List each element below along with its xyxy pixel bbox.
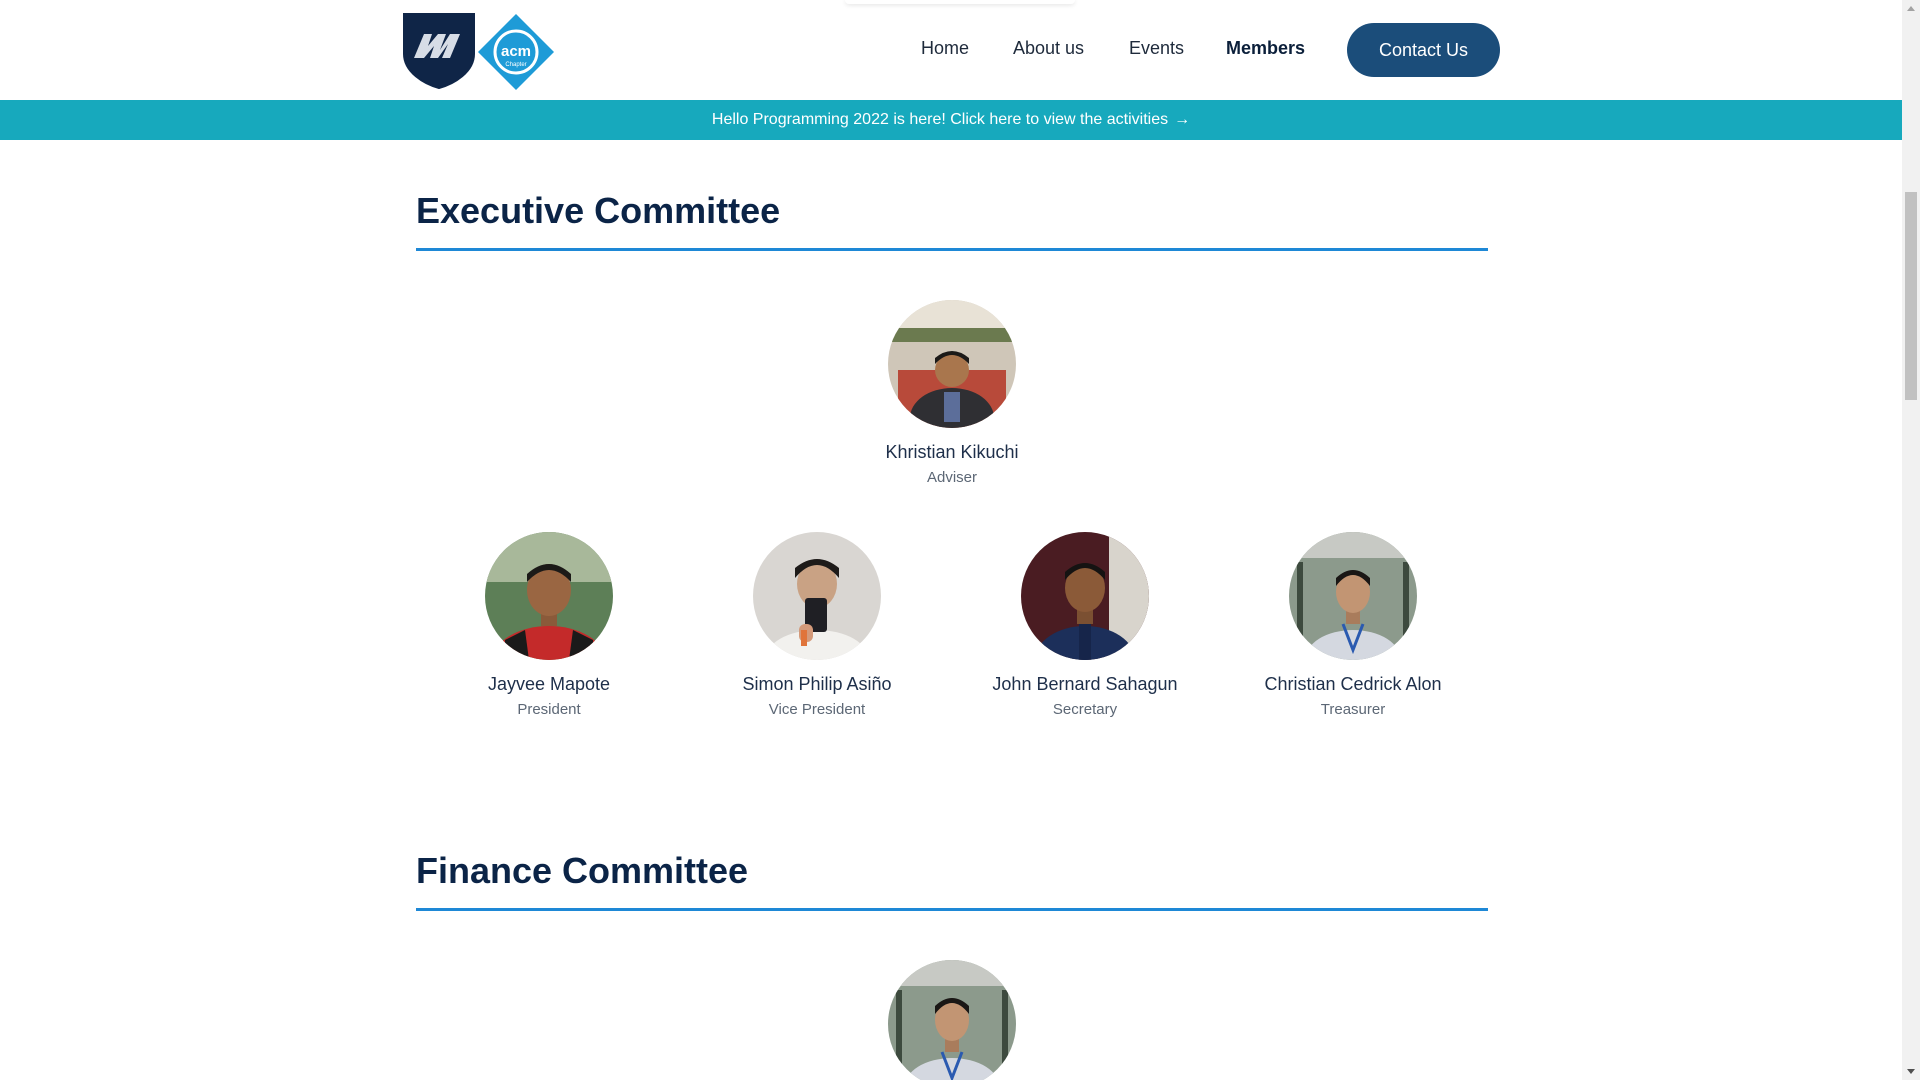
member-role: Treasurer [1320,701,1386,718]
nav-events[interactable]: Events [1129,38,1184,59]
arrow-right-icon: → [1174,111,1191,128]
member-name: Jayvee Mapote [487,674,611,694]
member-role: Vice President [768,701,866,718]
member-card-secretary: John Bernard Sahagun Secretary [955,532,1215,718]
avatar [1289,532,1417,660]
member-name: Khristian Kikuchi [885,442,1019,462]
announcement-text: Hello Programming 2022 is here! Click he… [711,111,1169,128]
member-card-adviser: Khristian Kikuchi Adviser [822,300,1082,486]
scrollbar-thumb[interactable] [1905,192,1917,400]
acm-chapter-logo-icon: acm Chapter [478,14,554,90]
adviser-photo-icon [888,300,1016,428]
executive-committee-heading: Executive Committee [416,190,781,231]
treasurer-photo-icon [1289,532,1417,660]
nav-home[interactable]: Home [921,38,969,59]
finance-member-photo-icon [888,960,1016,1080]
member-role: President [517,701,581,718]
finance-committee-heading: Finance Committee [416,850,749,891]
secretary-photo-icon [1021,532,1149,660]
acm-logo-text: acm [501,43,531,60]
site-logo[interactable]: acm Chapter [402,10,562,90]
finance-divider [416,908,1488,911]
site-header: acm Chapter Home About us Events Members… [0,0,1902,100]
member-name: John Bernard Sahagun [992,674,1178,694]
member-card-vice-president: Simon Philip Asiño Vice President [687,532,947,718]
contact-us-button[interactable]: Contact Us [1347,23,1500,77]
member-name: Christian Cedrick Alon [1264,674,1442,694]
scroll-up-arrow-icon[interactable] [1902,0,1920,17]
vertical-scrollbar[interactable] [1902,0,1920,1080]
member-card-finance-head [822,960,1082,1080]
header-dropdown-shadow [845,0,1075,4]
avatar [888,960,1016,1080]
member-role: Secretary [1052,701,1118,718]
executive-divider [416,248,1488,251]
member-name: Simon Philip Asiño [742,674,892,694]
page: acm Chapter Home About us Events Members… [0,0,1902,1080]
nav-about-us[interactable]: About us [1013,38,1084,59]
avatar [888,300,1016,428]
nav-members[interactable]: Members [1226,38,1305,59]
vice-president-photo-icon [753,532,881,660]
member-card-president: Jayvee Mapote President [419,532,679,718]
member-card-treasurer: Christian Cedrick Alon Treasurer [1223,532,1483,718]
announcement-bar[interactable]: Hello Programming 2022 is here! Click he… [0,100,1902,140]
member-role: Adviser [926,469,978,486]
avatar [753,532,881,660]
shield-logo-icon [403,13,475,89]
acm-logo-subtext: Chapter [505,62,526,68]
avatar [485,532,613,660]
president-photo-icon [485,532,613,660]
scroll-down-arrow-icon[interactable] [1902,1063,1920,1080]
avatar [1021,532,1149,660]
